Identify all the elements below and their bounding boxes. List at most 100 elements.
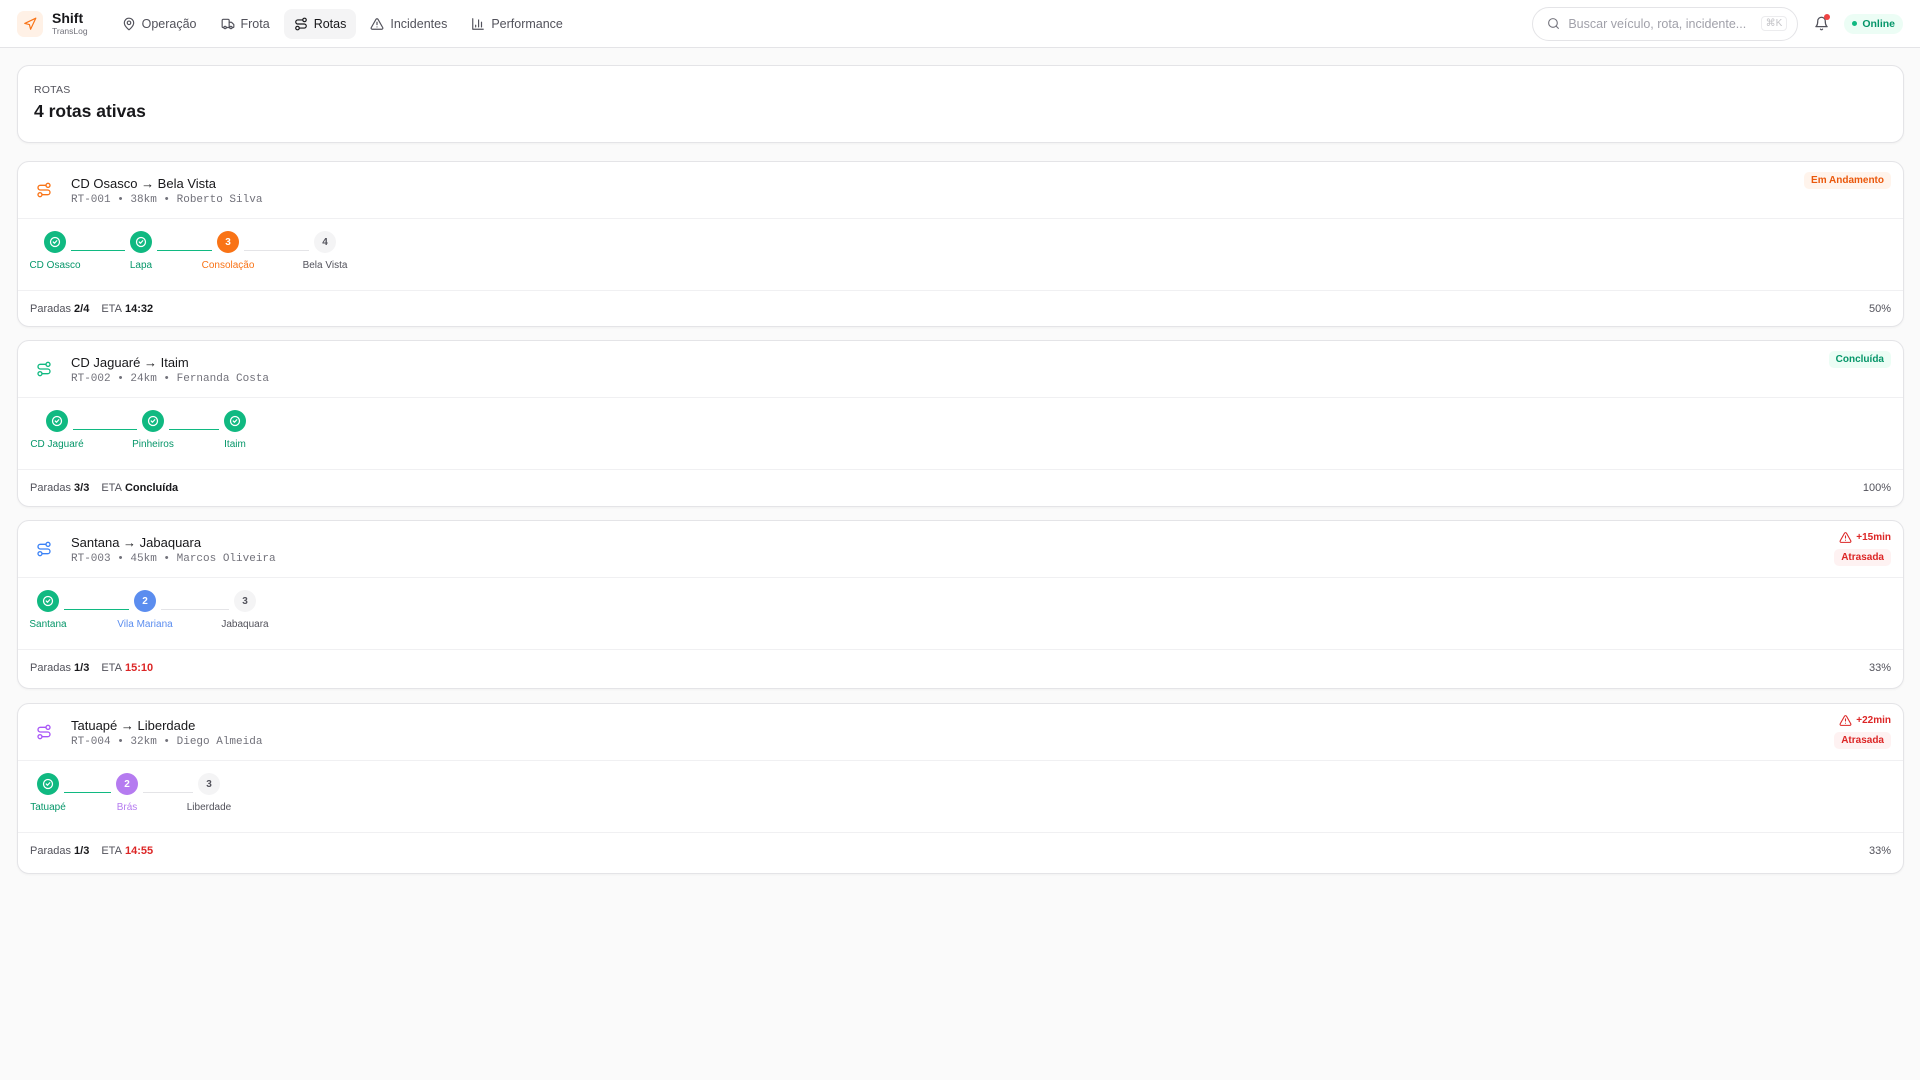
route-card-footer: Paradas 3/3 ETA Concluída 100% bbox=[18, 470, 1903, 506]
nav-label: Frota bbox=[240, 16, 270, 31]
delay-value: +22min bbox=[1856, 715, 1891, 726]
stop-label: Itaim bbox=[224, 439, 246, 450]
progress-percent: 33% bbox=[1868, 845, 1891, 857]
status-badge: Atrasada bbox=[1834, 549, 1891, 566]
eta-label: ETA bbox=[101, 662, 122, 674]
search-input[interactable]: Buscar veículo, rota, incidente... ⌘K bbox=[1532, 6, 1799, 41]
route-card-footer: Paradas 2/4 ETA 14:32 50% bbox=[18, 291, 1903, 327]
truck-icon bbox=[221, 18, 234, 29]
stop-label: Liberdade bbox=[186, 802, 232, 813]
route-stops-timeline: CD Osasco Lapa 3 Consolação 4 Bela Vista bbox=[18, 219, 1903, 291]
route-stop[interactable]: 2 Brás bbox=[95, 773, 159, 813]
route-icon bbox=[294, 17, 307, 30]
route-card-header: Santana → Jabaquara RT-003 • 45km • Marc… bbox=[18, 521, 1903, 578]
route-stops-timeline: CD Jaguaré Pinheiros Itaim bbox=[18, 398, 1903, 470]
stop-number: 3 bbox=[198, 773, 220, 795]
route-stop[interactable]: Tatuapé bbox=[16, 773, 80, 813]
brand-logo[interactable]: Shift TransLog bbox=[17, 10, 88, 37]
check-circle-icon bbox=[44, 231, 66, 253]
route-stop[interactable]: Pinheiros bbox=[121, 410, 185, 450]
stops-label: Paradas bbox=[30, 303, 71, 315]
status-dot bbox=[1852, 21, 1858, 26]
route-title: Tatuapé → Liberdade bbox=[71, 718, 196, 733]
route-stop[interactable]: CD Jaguaré bbox=[25, 410, 89, 450]
route-meta: RT-003 • 45km • Marcos Oliveira bbox=[71, 553, 276, 565]
check-circle-icon bbox=[37, 590, 59, 612]
stop-label: Brás bbox=[116, 802, 138, 813]
notifications-button[interactable] bbox=[1810, 13, 1832, 35]
route-meta: RT-004 • 32km • Diego Almeida bbox=[71, 736, 263, 748]
route-card-header: Tatuapé → Liberdade RT-004 • 32km • Dieg… bbox=[18, 704, 1903, 761]
route-stop[interactable]: Santana bbox=[16, 590, 80, 630]
check-circle-icon bbox=[130, 231, 152, 253]
map-pin-icon bbox=[123, 17, 134, 30]
route-icon bbox=[36, 361, 52, 382]
stops-progress: 1/3 bbox=[74, 662, 90, 674]
delay-indicator: +22min bbox=[1839, 714, 1891, 727]
route-title: CD Osasco → Bela Vista bbox=[71, 176, 216, 191]
stops-progress: 3/3 bbox=[74, 482, 90, 494]
route-title: Santana → Jabaquara bbox=[71, 535, 202, 550]
nav-item-performance[interactable]: Performance bbox=[461, 9, 573, 39]
stop-label: CD Osasco bbox=[29, 260, 81, 271]
route-card[interactable]: CD Osasco → Bela Vista RT-001 • 38km • R… bbox=[17, 161, 1904, 327]
status-badge: Atrasada bbox=[1834, 732, 1891, 749]
route-stop[interactable]: CD Osasco bbox=[23, 231, 87, 271]
stop-label: Consolação bbox=[201, 260, 255, 271]
route-card[interactable]: Santana → Jabaquara RT-003 • 45km • Marc… bbox=[17, 520, 1904, 689]
nav-label: Operação bbox=[141, 16, 197, 31]
stops-progress: 1/3 bbox=[74, 845, 90, 857]
stop-number: 2 bbox=[116, 773, 138, 795]
stop-label: Tatuapé bbox=[30, 802, 66, 813]
nav-item-rotas[interactable]: Rotas bbox=[283, 8, 357, 39]
route-title: CD Jaguaré → Itaim bbox=[71, 355, 189, 370]
stops-label: Paradas bbox=[30, 845, 71, 857]
eta-value: Concluída bbox=[124, 482, 179, 494]
route-card[interactable]: Tatuapé → Liberdade RT-004 • 32km • Dieg… bbox=[17, 703, 1904, 874]
stop-label: Pinheiros bbox=[132, 439, 174, 450]
nav-label: Incidentes bbox=[390, 16, 448, 31]
route-card-footer: Paradas 1/3 ETA 14:55 33% bbox=[18, 833, 1903, 869]
stop-label: CD Jaguaré bbox=[30, 439, 84, 450]
route-icon bbox=[36, 541, 52, 562]
route-stop[interactable]: 4 Bela Vista bbox=[293, 231, 357, 271]
stop-number: 2 bbox=[134, 590, 156, 612]
notification-dot bbox=[1824, 13, 1831, 20]
stop-label: Jabaquara bbox=[221, 619, 269, 630]
route-stop[interactable]: 3 Consolação bbox=[196, 231, 260, 271]
route-stop[interactable]: 2 Vila Mariana bbox=[113, 590, 177, 630]
route-badges: Concluída bbox=[1828, 351, 1891, 368]
nav-item-frota[interactable]: Frota bbox=[211, 9, 280, 39]
page-eyebrow: ROTAS bbox=[34, 84, 71, 96]
nav-item-incidentes[interactable]: Incidentes bbox=[360, 9, 457, 39]
route-stop[interactable]: 3 Jabaquara bbox=[213, 590, 277, 630]
stop-number: 4 bbox=[314, 231, 336, 253]
route-icon bbox=[36, 724, 52, 745]
brand-subtitle: TransLog bbox=[52, 26, 88, 37]
progress-percent: 100% bbox=[1862, 482, 1891, 494]
status-label: Online bbox=[1862, 17, 1895, 30]
route-stop[interactable]: Lapa bbox=[109, 231, 173, 271]
nav-item-operacao[interactable]: Operação bbox=[112, 9, 207, 39]
route-stop[interactable]: Itaim bbox=[203, 410, 267, 450]
check-circle-icon bbox=[46, 410, 68, 432]
search-icon bbox=[1548, 18, 1560, 29]
status-badge: Concluída bbox=[1828, 351, 1891, 368]
check-circle-icon bbox=[224, 410, 246, 432]
delay-value: +15min bbox=[1856, 532, 1891, 543]
eta-label: ETA bbox=[101, 482, 122, 494]
route-badges: +15min Atrasada bbox=[1834, 531, 1891, 566]
progress-percent: 33% bbox=[1868, 662, 1891, 674]
online-status-badge: Online bbox=[1844, 13, 1903, 34]
stop-number: 3 bbox=[234, 590, 256, 612]
progress-percent: 50% bbox=[1868, 303, 1891, 315]
search-shortcut: ⌘K bbox=[1760, 16, 1788, 31]
route-card-header: CD Jaguaré → Itaim RT-002 • 24km • Ferna… bbox=[18, 341, 1903, 398]
route-card[interactable]: CD Jaguaré → Itaim RT-002 • 24km • Ferna… bbox=[17, 340, 1904, 507]
page-title: 4 rotas ativas bbox=[34, 101, 146, 121]
eta-value: 14:55 bbox=[124, 845, 154, 857]
bar-chart-icon bbox=[472, 17, 485, 30]
route-stop[interactable]: 3 Liberdade bbox=[177, 773, 241, 813]
stops-progress: 2/4 bbox=[74, 303, 90, 315]
check-circle-icon bbox=[37, 773, 59, 795]
